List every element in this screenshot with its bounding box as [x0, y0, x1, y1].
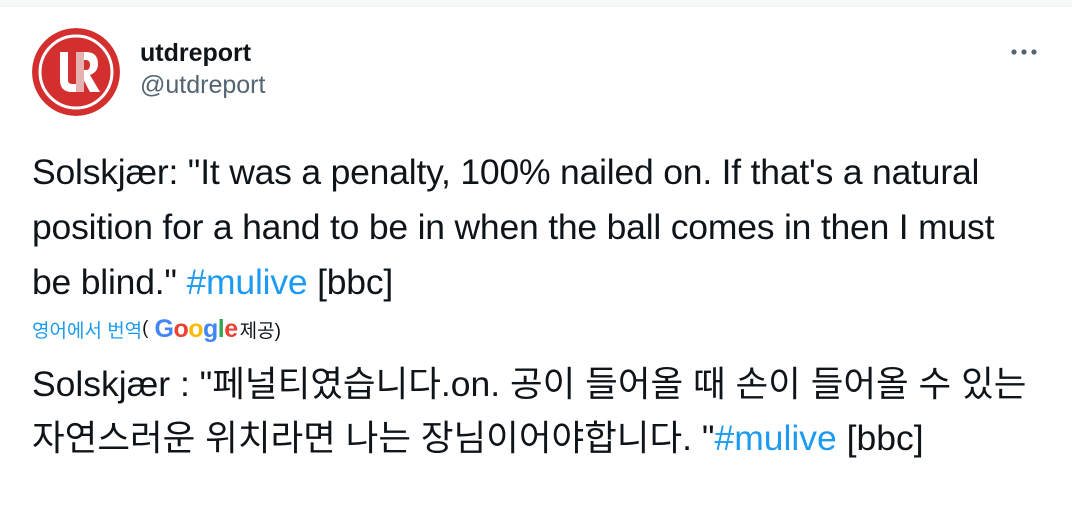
tweet-header: utdreport @utdreport — [32, 28, 1040, 118]
tweet-body: Solskjær: "It was a penalty, 100% nailed… — [32, 152, 995, 302]
translation-attribution: 영어에서 번역 ( Google 제공) — [32, 312, 281, 346]
translated-hashtag-link[interactable]: #mulive — [714, 418, 836, 458]
tweet-source: [bbc] — [307, 262, 394, 302]
translated-text: Solskjær : "페널티였습니다.on. 공이 들어올 때 손이 들어올 … — [32, 357, 1042, 465]
avatar[interactable] — [32, 28, 120, 116]
user-handle[interactable]: @utdreport — [140, 68, 265, 102]
translated-from-link[interactable]: 영어에서 번역 — [32, 316, 142, 343]
more-options-button[interactable] — [1008, 42, 1040, 62]
author-names: utdreport @utdreport — [140, 38, 265, 102]
top-divider — [0, 0, 1072, 7]
tweet-text: Solskjær: "It was a penalty, 100% nailed… — [32, 145, 1042, 310]
translated-source: [bbc] — [836, 418, 924, 458]
utdreport-logo-icon — [32, 28, 120, 116]
more-horizontal-icon — [1011, 49, 1037, 55]
google-logo: Google — [154, 314, 239, 343]
open-paren: ( — [142, 318, 149, 339]
hashtag-link[interactable]: #mulive — [186, 262, 307, 302]
display-name[interactable]: utdreport — [140, 38, 265, 68]
provided-by-label: 제공) — [239, 320, 281, 342]
